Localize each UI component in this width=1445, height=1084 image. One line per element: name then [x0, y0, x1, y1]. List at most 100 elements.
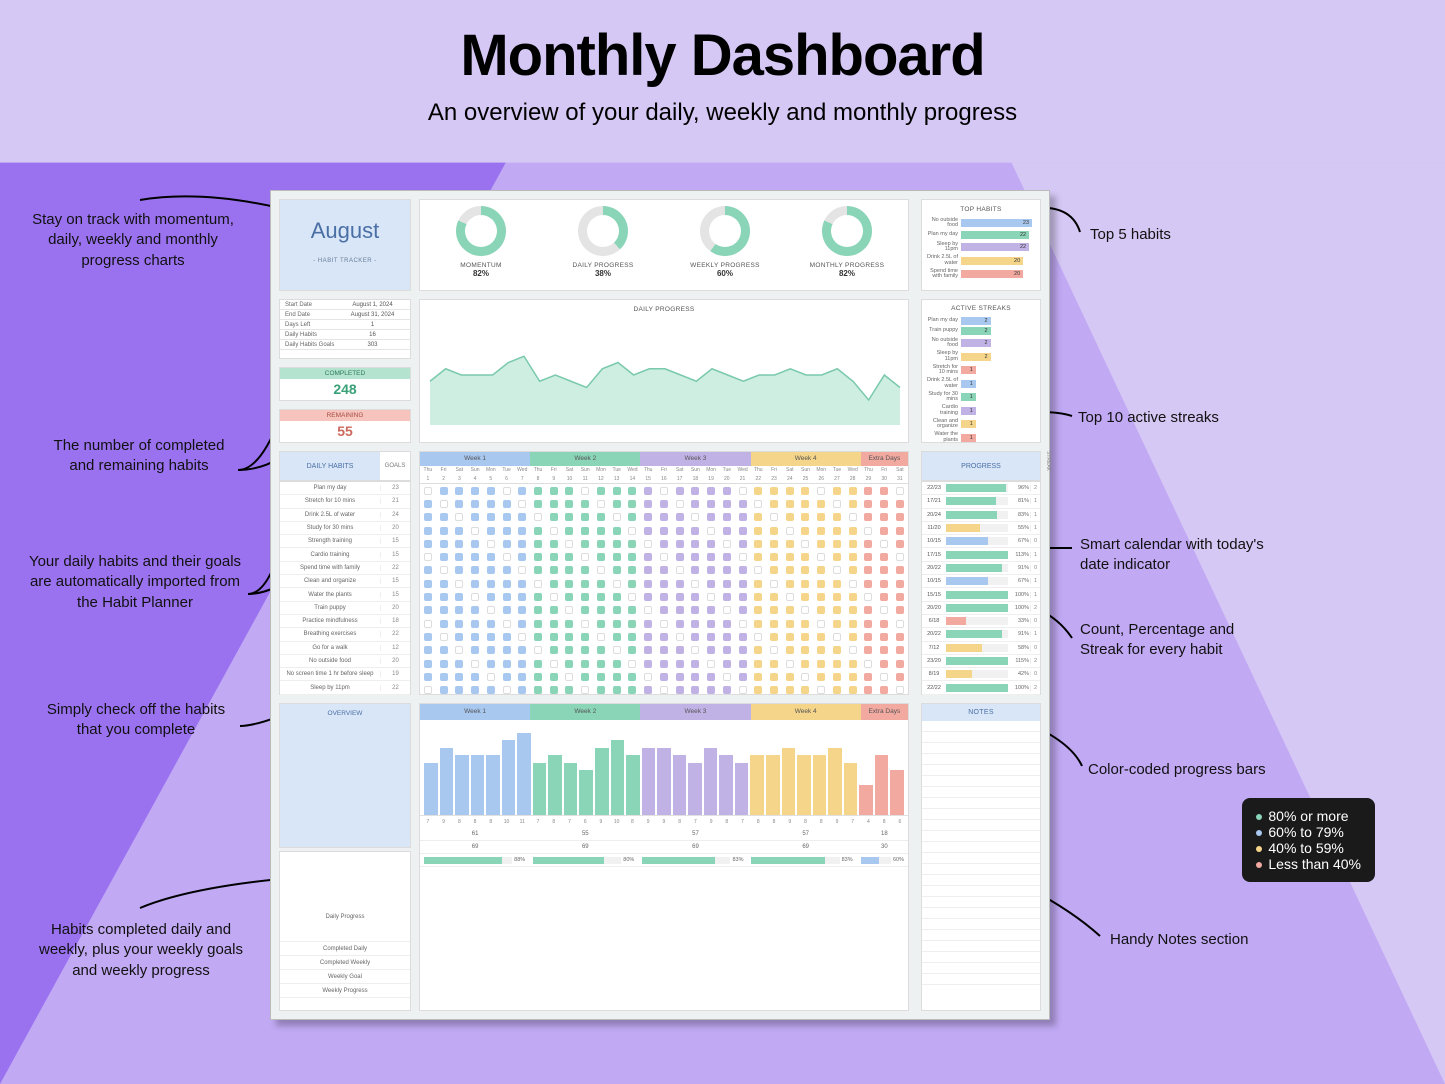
habit-checkbox[interactable] — [503, 660, 511, 668]
habit-checkbox[interactable] — [707, 686, 715, 694]
habit-checkbox[interactable] — [723, 500, 731, 508]
habit-checkbox[interactable] — [518, 566, 526, 574]
habit-checkbox[interactable] — [833, 620, 841, 628]
habit-checkbox[interactable] — [581, 593, 589, 601]
habit-checkbox[interactable] — [424, 580, 432, 588]
habit-checkbox[interactable] — [739, 633, 747, 641]
habit-checkbox[interactable] — [801, 686, 809, 694]
habit-checkbox[interactable] — [676, 487, 684, 495]
habit-checkbox[interactable] — [691, 487, 699, 495]
habit-checkbox[interactable] — [833, 606, 841, 614]
habit-checkbox[interactable] — [676, 566, 684, 574]
habit-checkbox[interactable] — [565, 566, 573, 574]
habit-checkbox[interactable] — [597, 686, 605, 694]
habit-checkbox[interactable] — [801, 593, 809, 601]
habit-checkbox[interactable] — [707, 513, 715, 521]
habit-checkbox[interactable] — [801, 660, 809, 668]
habit-checkbox[interactable] — [770, 513, 778, 521]
habit-checkbox[interactable] — [849, 553, 857, 561]
habit-checkbox[interactable] — [691, 673, 699, 681]
habit-checkbox[interactable] — [849, 660, 857, 668]
habit-checkbox[interactable] — [849, 593, 857, 601]
habit-checkbox[interactable] — [896, 673, 904, 681]
habit-checkbox[interactable] — [534, 593, 542, 601]
habit-checkbox[interactable] — [487, 540, 495, 548]
habit-checkbox[interactable] — [676, 646, 684, 654]
habit-checkbox[interactable] — [518, 527, 526, 535]
habit-checkbox[interactable] — [786, 500, 794, 508]
habit-checkbox[interactable] — [754, 646, 762, 654]
habit-checkbox[interactable] — [471, 633, 479, 641]
habit-checkbox[interactable] — [660, 606, 668, 614]
habit-checkbox[interactable] — [896, 500, 904, 508]
habit-checkbox[interactable] — [786, 566, 794, 574]
habit-checkbox[interactable] — [723, 633, 731, 641]
habit-checkbox[interactable] — [644, 487, 652, 495]
habit-checkbox[interactable] — [534, 660, 542, 668]
habit-checkbox[interactable] — [676, 540, 684, 548]
habit-checkbox[interactable] — [707, 593, 715, 601]
habit-checkbox[interactable] — [440, 487, 448, 495]
habit-checkbox[interactable] — [723, 540, 731, 548]
habit-checkbox[interactable] — [864, 686, 872, 694]
habit-checkbox[interactable] — [833, 580, 841, 588]
habit-checkbox[interactable] — [660, 686, 668, 694]
habit-checkbox[interactable] — [754, 500, 762, 508]
habit-checkbox[interactable] — [676, 606, 684, 614]
habit-checkbox[interactable] — [739, 513, 747, 521]
habit-checkbox[interactable] — [613, 500, 621, 508]
habit-checkbox[interactable] — [801, 527, 809, 535]
habit-checkbox[interactable] — [597, 580, 605, 588]
habit-checkbox[interactable] — [628, 487, 636, 495]
habit-checkbox[interactable] — [676, 500, 684, 508]
habit-checkbox[interactable] — [849, 686, 857, 694]
habit-checkbox[interactable] — [628, 620, 636, 628]
habit-checkbox[interactable] — [534, 646, 542, 654]
habit-checkbox[interactable] — [849, 673, 857, 681]
habit-checkbox[interactable] — [424, 633, 432, 641]
habit-checkbox[interactable] — [487, 646, 495, 654]
habit-checkbox[interactable] — [424, 646, 432, 654]
habit-checkbox[interactable] — [754, 673, 762, 681]
habit-checkbox[interactable] — [628, 686, 636, 694]
habit-checkbox[interactable] — [707, 527, 715, 535]
habit-checkbox[interactable] — [880, 553, 888, 561]
habit-checkbox[interactable] — [550, 620, 558, 628]
habit-checkbox[interactable] — [534, 527, 542, 535]
habit-checkbox[interactable] — [581, 540, 589, 548]
habit-checkbox[interactable] — [565, 487, 573, 495]
notes-line[interactable] — [922, 908, 1040, 919]
habit-checkbox[interactable] — [707, 606, 715, 614]
habit-checkbox[interactable] — [455, 566, 463, 574]
habit-checkbox[interactable] — [833, 673, 841, 681]
habit-checkbox[interactable] — [864, 566, 872, 574]
habit-checkbox[interactable] — [707, 487, 715, 495]
habit-checkbox[interactable] — [676, 593, 684, 601]
habit-checkbox[interactable] — [534, 580, 542, 588]
habit-checkbox[interactable] — [739, 540, 747, 548]
habit-checkbox[interactable] — [691, 646, 699, 654]
habit-checkbox[interactable] — [550, 566, 558, 574]
habit-checkbox[interactable] — [801, 580, 809, 588]
habit-checkbox[interactable] — [817, 487, 825, 495]
habit-checkbox[interactable] — [707, 633, 715, 641]
habit-checkbox[interactable] — [801, 606, 809, 614]
habit-checkbox[interactable] — [518, 686, 526, 694]
habit-checkbox[interactable] — [503, 593, 511, 601]
habit-checkbox[interactable] — [833, 540, 841, 548]
habit-checkbox[interactable] — [518, 633, 526, 641]
notes-line[interactable] — [922, 732, 1040, 743]
habit-checkbox[interactable] — [864, 620, 872, 628]
habit-checkbox[interactable] — [534, 606, 542, 614]
habit-checkbox[interactable] — [644, 513, 652, 521]
habit-checkbox[interactable] — [896, 620, 904, 628]
habit-checkbox[interactable] — [597, 566, 605, 574]
habit-checkbox[interactable] — [691, 606, 699, 614]
habit-checkbox[interactable] — [660, 580, 668, 588]
habit-checkbox[interactable] — [597, 673, 605, 681]
habit-checkbox[interactable] — [613, 527, 621, 535]
habit-checkbox[interactable] — [770, 660, 778, 668]
habit-checkbox[interactable] — [817, 673, 825, 681]
notes-line[interactable] — [922, 798, 1040, 809]
habit-checkbox[interactable] — [754, 660, 762, 668]
